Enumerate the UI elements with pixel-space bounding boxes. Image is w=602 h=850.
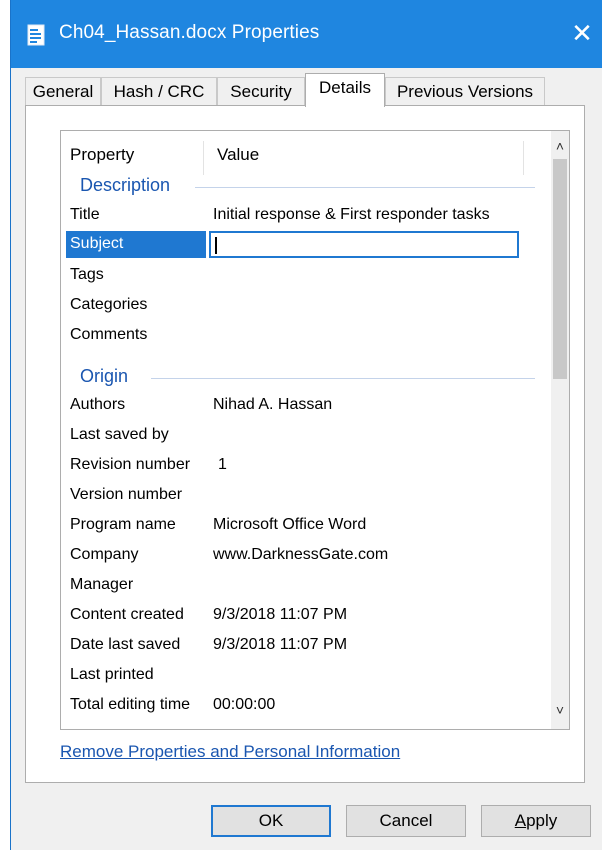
property-value: www.DarknessGate.com xyxy=(213,546,389,563)
property-name: Total editing time xyxy=(70,696,191,713)
property-value: 00:00:00 xyxy=(213,696,276,713)
property-name: Authors xyxy=(70,396,126,413)
property-value: Initial response & First responder tasks xyxy=(213,206,490,223)
ok-button[interactable]: OK xyxy=(211,805,331,837)
property-row-version-number[interactable]: Version number xyxy=(61,482,527,509)
column-header-property[interactable]: Property xyxy=(70,145,134,165)
apply-label-rest: pply xyxy=(526,811,558,830)
property-name: Content created xyxy=(70,606,184,623)
property-name: Manager xyxy=(70,576,134,593)
window-title: Ch04_Hassan.docx Properties xyxy=(59,22,320,43)
property-value: Microsoft Office Word xyxy=(213,516,367,533)
properties-dialog: Ch04_Hassan.docx Properties ✕ General Ha… xyxy=(10,0,602,850)
property-row-tags[interactable]: Tags xyxy=(61,262,527,289)
property-row-manager[interactable]: Manager xyxy=(61,572,527,599)
scrollbar-thumb[interactable] xyxy=(553,159,567,379)
tab-previous-versions[interactable]: Previous Versions xyxy=(385,77,545,105)
tab-security[interactable]: Security xyxy=(217,77,305,105)
column-divider[interactable] xyxy=(523,141,524,175)
title-bar[interactable]: Ch04_Hassan.docx Properties ✕ xyxy=(11,0,602,68)
property-row-date-last-saved[interactable]: Date last saved 9/3/2018 11:07 PM xyxy=(61,632,527,659)
property-row-program-name[interactable]: Program name Microsoft Office Word xyxy=(61,512,527,539)
property-name: Program name xyxy=(70,516,176,533)
property-row-categories[interactable]: Categories xyxy=(61,292,527,319)
property-name: Title xyxy=(70,206,100,223)
property-value: Nihad A. Hassan xyxy=(213,396,333,413)
group-header-description[interactable]: Description xyxy=(80,175,170,196)
scroll-down-icon[interactable]: ˅ xyxy=(551,699,569,721)
tab-details[interactable]: Details xyxy=(305,73,385,107)
text-caret xyxy=(215,237,217,254)
subject-edit-field[interactable] xyxy=(209,231,519,258)
tab-hash-crc[interactable]: Hash / CRC xyxy=(101,77,217,105)
property-name: Subject xyxy=(70,235,124,252)
property-row-company[interactable]: Company www.DarknessGate.com xyxy=(61,542,527,569)
property-row-revision-number[interactable]: Revision number 1 xyxy=(61,452,527,479)
property-value: 9/3/2018 11:07 PM xyxy=(213,636,348,653)
property-row-last-printed[interactable]: Last printed xyxy=(61,662,527,689)
column-divider[interactable] xyxy=(203,141,204,175)
property-name: Tags xyxy=(70,266,104,283)
property-row-last-saved-by[interactable]: Last saved by xyxy=(61,422,527,449)
vertical-scrollbar[interactable]: ˄ ˅ xyxy=(551,131,569,729)
details-panel: Property Value Description Title Initial… xyxy=(25,105,585,783)
property-row-total-editing-time[interactable]: Total editing time 00:00:00 xyxy=(61,692,527,719)
cancel-button[interactable]: Cancel xyxy=(346,805,466,837)
property-name: Comments xyxy=(70,326,148,343)
apply-button[interactable]: Apply xyxy=(481,805,591,837)
tab-strip: General Hash / CRC Security Details Prev… xyxy=(25,73,585,107)
property-name: Revision number xyxy=(70,456,191,473)
property-name: Last saved by xyxy=(70,426,169,443)
property-name: Categories xyxy=(70,296,148,313)
property-row-comments[interactable]: Comments xyxy=(61,322,527,349)
property-row-content-created[interactable]: Content created 9/3/2018 11:07 PM xyxy=(61,602,527,629)
property-name: Date last saved xyxy=(70,636,181,653)
property-list[interactable]: Property Value Description Title Initial… xyxy=(60,130,570,730)
property-name: Last printed xyxy=(70,666,154,683)
group-header-origin[interactable]: Origin xyxy=(80,366,128,387)
property-row-subject[interactable]: Subject xyxy=(61,231,527,258)
property-value: 1 xyxy=(218,456,227,473)
apply-access-key: A xyxy=(514,811,527,830)
close-icon[interactable]: ✕ xyxy=(567,18,597,48)
column-header-value[interactable]: Value xyxy=(217,145,259,165)
group-divider xyxy=(151,378,535,379)
property-name: Version number xyxy=(70,486,183,503)
scroll-up-icon[interactable]: ˄ xyxy=(551,135,569,157)
document-icon xyxy=(27,24,45,46)
group-divider xyxy=(195,187,535,188)
property-value: 9/3/2018 11:07 PM xyxy=(213,606,348,623)
property-name: Company xyxy=(70,546,139,563)
property-row-authors[interactable]: Authors Nihad A. Hassan xyxy=(61,392,527,419)
remove-properties-link[interactable]: Remove Properties and Personal Informati… xyxy=(60,742,400,762)
property-row-title[interactable]: Title Initial response & First responder… xyxy=(61,202,527,229)
tab-general[interactable]: General xyxy=(25,77,101,105)
